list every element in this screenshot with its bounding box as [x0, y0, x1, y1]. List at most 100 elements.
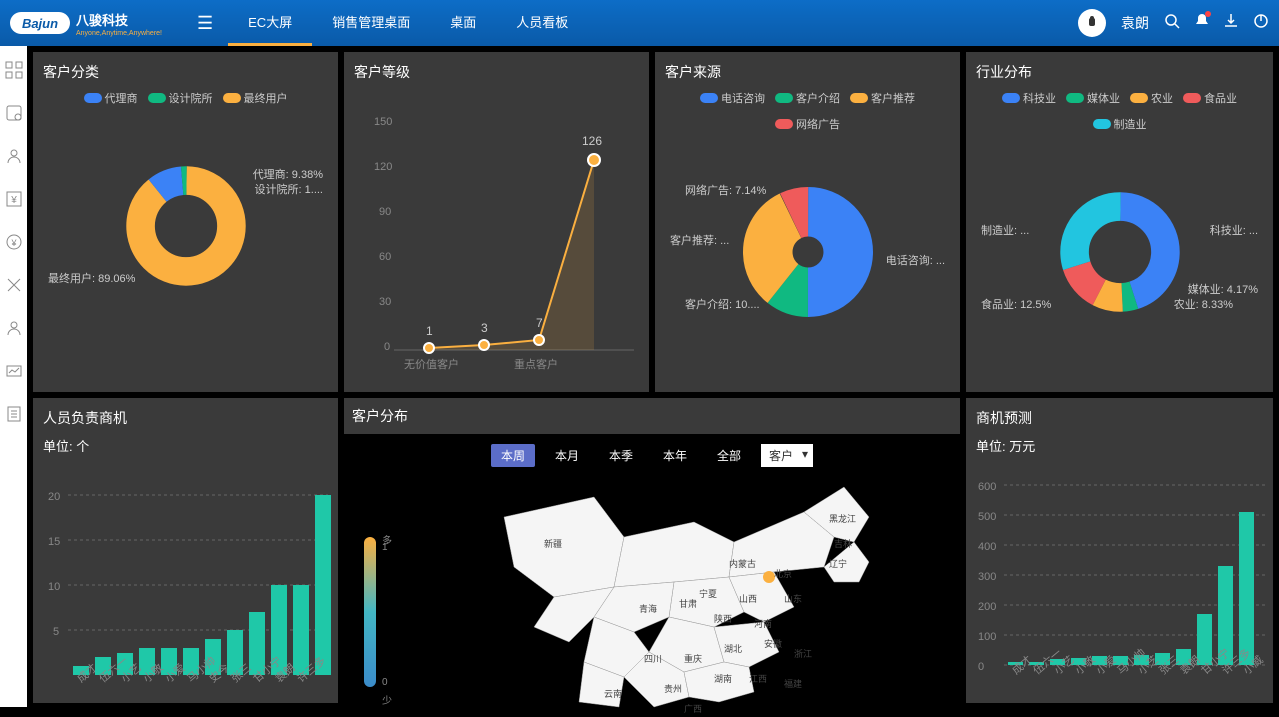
- slice-label: 媒体业: 4.17%: [1188, 281, 1258, 297]
- donut-chart: [126, 166, 246, 286]
- svg-text:山东: 山东: [784, 593, 802, 604]
- slice-label: 网络广告: 7.14%: [685, 182, 766, 198]
- svg-text:吉林: 吉林: [834, 538, 852, 549]
- china-map[interactable]: 新疆 黑龙江 吉林 辽宁 内蒙古 北京 宁夏 山西 山东 青海 甘肃 陕西 河南…: [474, 467, 894, 717]
- svg-text:陕西: 陕西: [714, 613, 732, 624]
- filter-all[interactable]: 全部: [707, 444, 751, 467]
- hamburger-icon[interactable]: ☰: [197, 13, 213, 34]
- filter-week[interactable]: 本周: [491, 444, 535, 467]
- search-icon[interactable]: [1164, 13, 1180, 34]
- power-icon[interactable]: [1253, 13, 1269, 34]
- tabs: EC大屏 销售管理桌面 桌面 人员看板: [228, 0, 588, 46]
- header: Bajun 八骏科技 Anyone,Anytime,Anywhere! ☰ EC…: [0, 0, 1279, 46]
- svg-text:甘肃: 甘肃: [679, 598, 697, 609]
- bell-icon[interactable]: [1195, 13, 1209, 34]
- svg-text:江西: 江西: [749, 674, 767, 684]
- panel-title: 客户来源: [665, 62, 950, 82]
- person-icon[interactable]: [5, 147, 23, 165]
- user2-icon[interactable]: [5, 319, 23, 337]
- sidebar: ¥ ¥: [0, 46, 27, 707]
- svg-text:10: 10: [48, 581, 60, 593]
- money-icon[interactable]: ¥: [5, 190, 23, 208]
- slice-label: 电话咨询: ...: [886, 252, 945, 268]
- svg-text:30: 30: [379, 296, 391, 308]
- svg-text:黑龙江: 黑龙江: [829, 513, 856, 524]
- tab-people[interactable]: 人员看板: [496, 0, 588, 46]
- svg-text:无价值客户: 无价值客户: [404, 357, 459, 371]
- svg-text:7: 7: [536, 316, 543, 330]
- panel-customer-map: 客户分布 本周 本月 本季 本年 全部 客户 ▾ 多 1 0 少: [344, 398, 960, 703]
- svg-text:广西: 广西: [684, 703, 702, 714]
- map-select[interactable]: 客户 ▾: [761, 444, 813, 467]
- svg-text:湖北: 湖北: [724, 644, 742, 654]
- legend-item[interactable]: 客户推荐: [850, 90, 915, 106]
- legend: 科技业 媒体业 农业 食品业 制造业: [976, 90, 1263, 132]
- panel-forecast: 商机预测 单位: 万元 0100 200300 400500 600: [966, 398, 1273, 703]
- svg-text:¥: ¥: [10, 195, 17, 206]
- tools-icon[interactable]: [5, 276, 23, 294]
- svg-text:20: 20: [48, 491, 60, 503]
- logo-sub: Anyone,Anytime,Anywhere!: [76, 30, 162, 37]
- tab-desktop[interactable]: 桌面: [430, 0, 496, 46]
- legend-item[interactable]: 客户介绍: [775, 90, 840, 106]
- svg-text:青海: 青海: [639, 603, 657, 614]
- target-icon[interactable]: ¥: [5, 233, 23, 251]
- panel-title: 客户等级: [354, 62, 639, 82]
- gradient-legend: [364, 537, 376, 687]
- svg-text:3: 3: [481, 321, 488, 335]
- svg-text:0: 0: [978, 661, 984, 673]
- logo-cn: 八骏科技: [76, 13, 128, 28]
- slice-label: 设计院所: 1....: [255, 181, 323, 197]
- chart-icon[interactable]: [5, 362, 23, 380]
- legend-item[interactable]: 媒体业: [1066, 90, 1120, 106]
- svg-text:120: 120: [374, 161, 392, 173]
- panel-title: 商机预测: [976, 408, 1263, 428]
- svg-text:100: 100: [978, 631, 996, 643]
- map-filters: 本周 本月 本季 本年 全部 客户 ▾: [354, 444, 950, 467]
- legend-item[interactable]: 制造业: [1093, 116, 1147, 132]
- slice-label: 客户推荐: ...: [670, 232, 729, 248]
- slice-label: 制造业: ...: [981, 222, 1029, 238]
- svg-text:0: 0: [384, 341, 390, 353]
- svg-text:贵州: 贵州: [664, 683, 682, 694]
- tab-ec[interactable]: EC大屏: [228, 0, 312, 46]
- grid-icon[interactable]: [5, 61, 23, 79]
- svg-text:500: 500: [978, 511, 996, 523]
- panel-title: 客户分类: [43, 62, 328, 82]
- main-grid: 客户分类 代理商 设计院所 最终用户 代理商: 9.38% 设计院所: 1...…: [27, 46, 1279, 707]
- pie-chart: [743, 187, 873, 317]
- tab-sales[interactable]: 销售管理桌面: [312, 0, 430, 46]
- download-icon[interactable]: [1224, 13, 1238, 34]
- filter-month[interactable]: 本月: [545, 444, 589, 467]
- svg-text:¥: ¥: [10, 238, 17, 248]
- svg-text:四川: 四川: [644, 654, 662, 664]
- panel-title: 客户分布: [344, 398, 960, 434]
- unit-label: 单位: 个: [43, 436, 328, 455]
- slice-label: 科技业: ...: [1210, 222, 1258, 238]
- legend-item[interactable]: 代理商: [84, 90, 138, 106]
- legend-item[interactable]: 设计院所: [148, 90, 213, 106]
- panel-customer-category: 客户分类 代理商 设计院所 最终用户 代理商: 9.38% 设计院所: 1...…: [33, 52, 338, 392]
- svg-text:200: 200: [978, 601, 996, 613]
- doc-icon[interactable]: [5, 405, 23, 423]
- legend-item[interactable]: 农业: [1130, 90, 1173, 106]
- svg-text:90: 90: [379, 206, 391, 218]
- filter-quarter[interactable]: 本季: [599, 444, 643, 467]
- filter-year[interactable]: 本年: [653, 444, 697, 467]
- legend-item[interactable]: 网络广告: [775, 116, 840, 132]
- avatar[interactable]: [1078, 9, 1106, 37]
- legend-item[interactable]: 电话咨询: [700, 90, 765, 106]
- donut-chart: [1060, 192, 1180, 312]
- task-icon[interactable]: [5, 104, 23, 122]
- svg-text:60: 60: [379, 251, 391, 263]
- svg-text:150: 150: [374, 116, 392, 128]
- username[interactable]: 袁朗: [1121, 13, 1149, 33]
- slice-label: 农业: 8.33%: [1174, 296, 1233, 312]
- legend-item[interactable]: 科技业: [1002, 90, 1056, 106]
- legend-item[interactable]: 食品业: [1183, 90, 1237, 106]
- svg-text:福建: 福建: [784, 678, 802, 689]
- legend-item[interactable]: 最终用户: [223, 90, 288, 106]
- svg-text:北京: 北京: [774, 568, 792, 579]
- svg-text:成才: 成才: [1009, 652, 1035, 677]
- svg-text:400: 400: [978, 541, 996, 553]
